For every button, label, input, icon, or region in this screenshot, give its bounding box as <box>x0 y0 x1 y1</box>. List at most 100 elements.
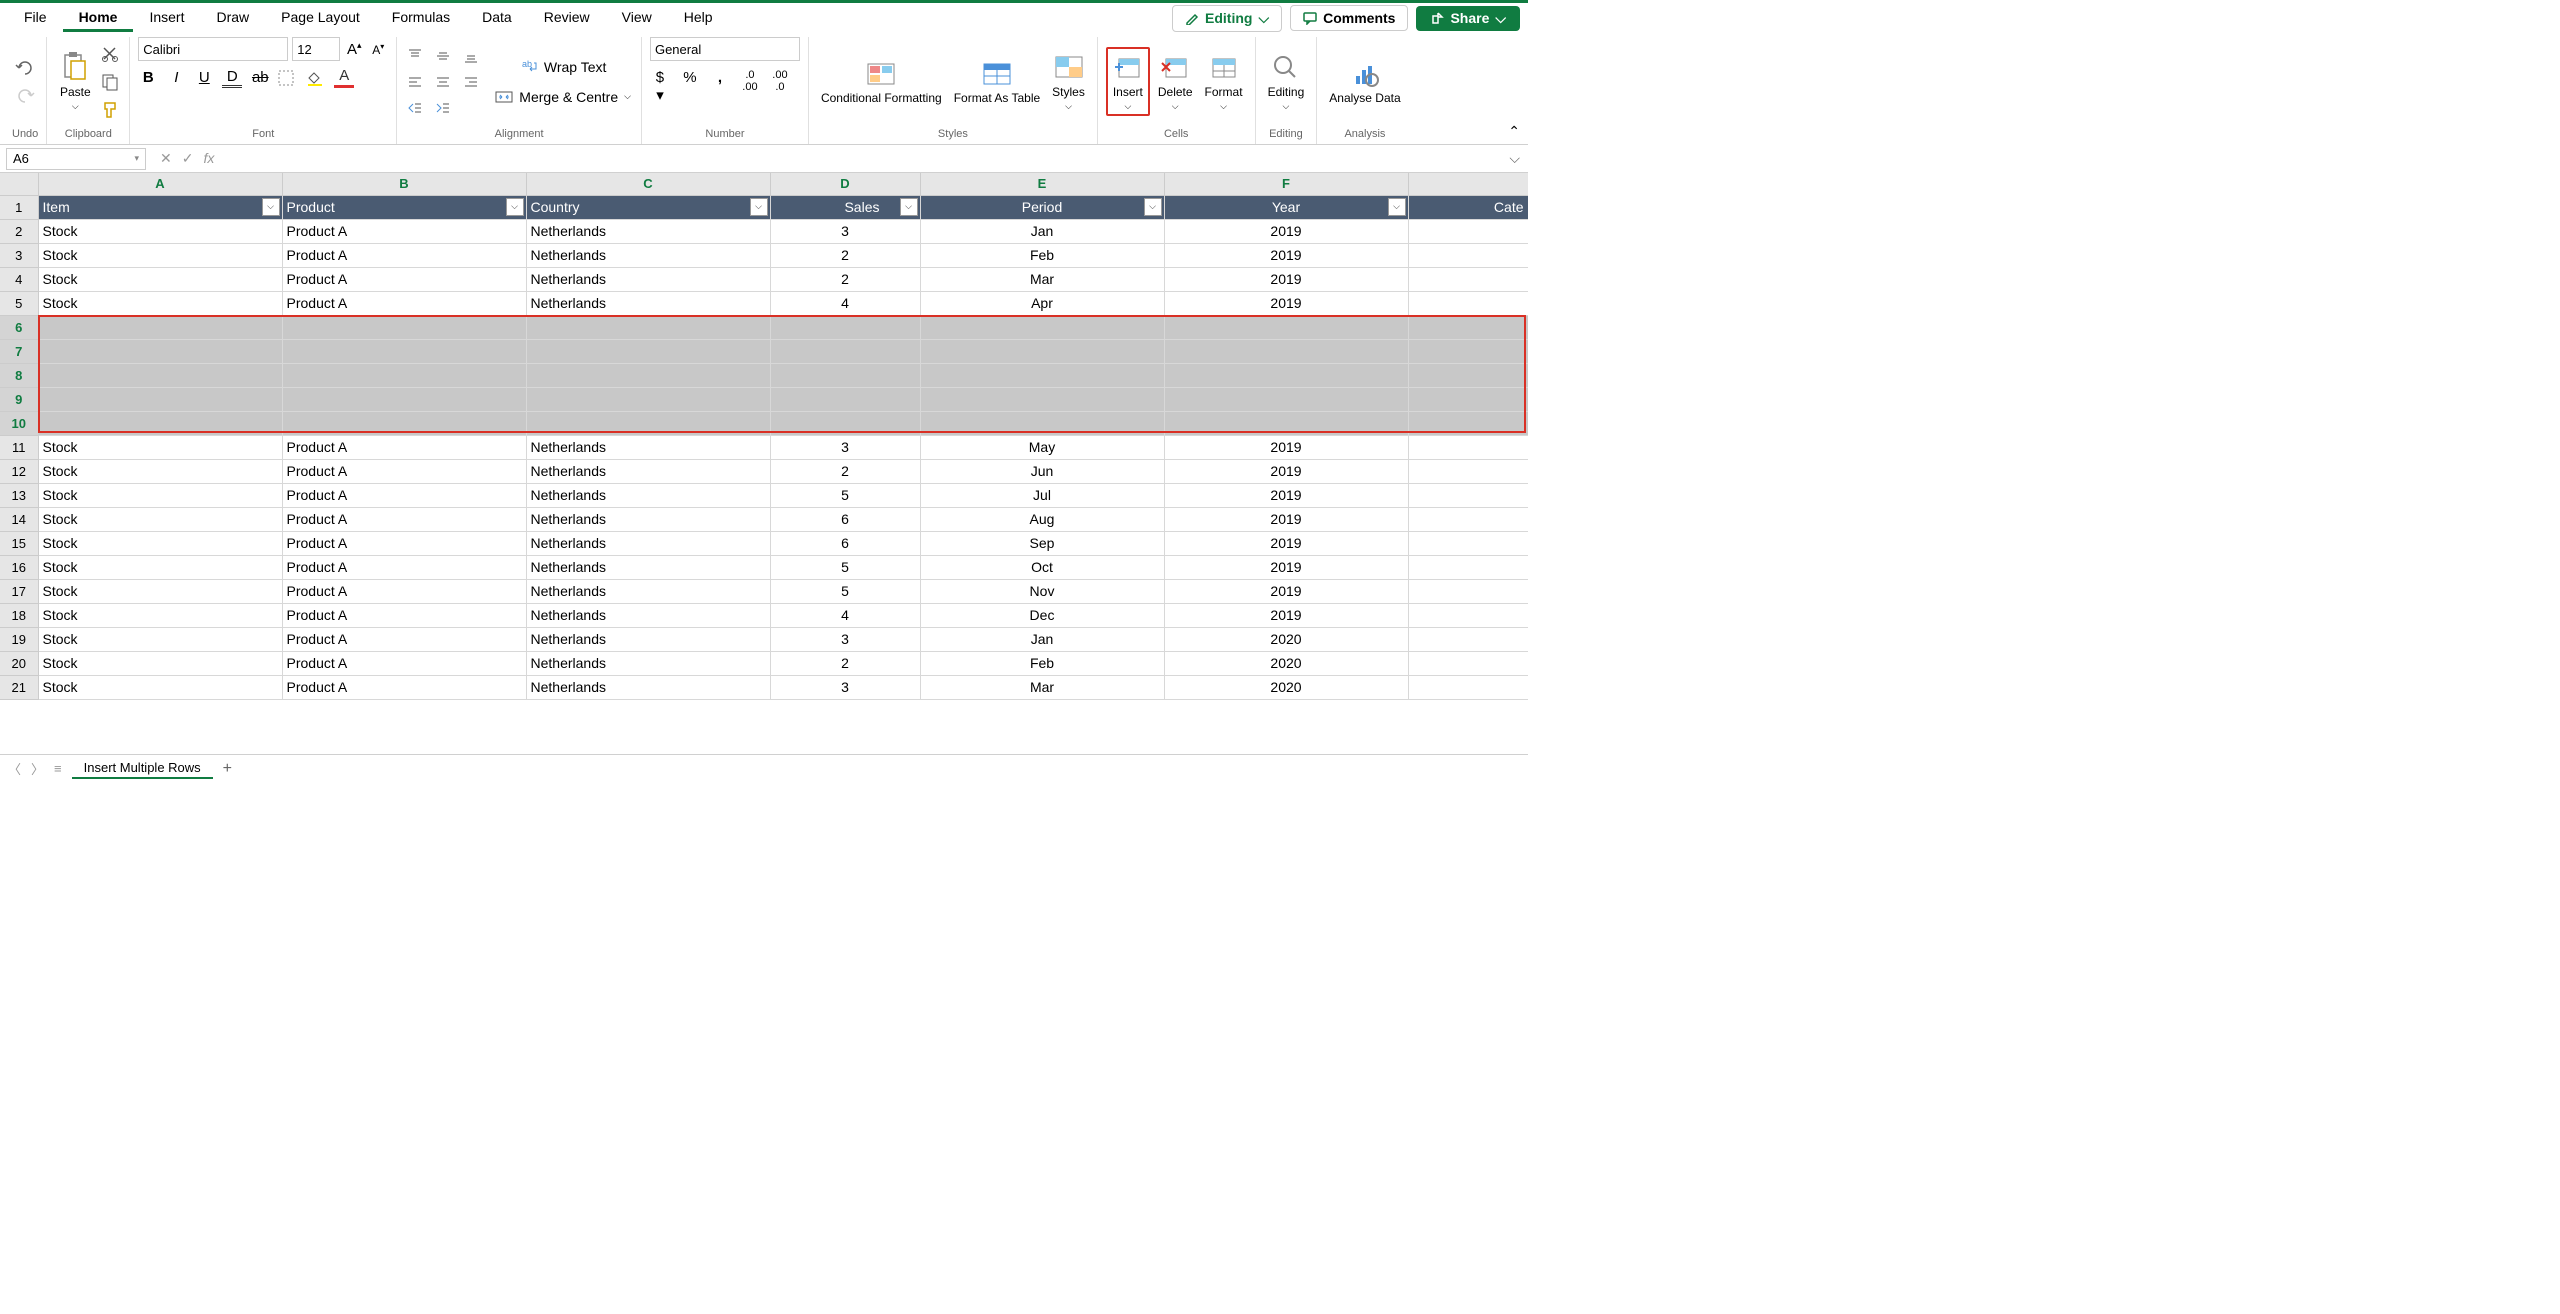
column-header[interactable]: A <box>38 173 282 195</box>
cell[interactable] <box>1164 315 1408 339</box>
cell[interactable]: Stock <box>38 675 282 699</box>
cell[interactable] <box>1408 363 1528 387</box>
cell[interactable]: Feb <box>920 651 1164 675</box>
spreadsheet-grid[interactable]: ABCDEF1Item⌵Product⌵Country⌵Sales⌵Period… <box>0 173 1528 754</box>
format-painter-button[interactable] <box>99 99 121 121</box>
cell[interactable] <box>1164 339 1408 363</box>
editing-mode-button[interactable]: Editing ⌵ <box>1172 5 1282 32</box>
comments-button[interactable]: Comments <box>1290 5 1408 31</box>
column-header[interactable]: C <box>526 173 770 195</box>
fx-icon[interactable]: fx <box>203 150 214 167</box>
cell[interactable] <box>38 387 282 411</box>
cell[interactable]: Product A <box>282 435 526 459</box>
cell[interactable]: Netherlands <box>526 483 770 507</box>
cell[interactable] <box>770 363 920 387</box>
redo-button[interactable] <box>13 86 37 106</box>
italic-button[interactable]: I <box>166 69 186 86</box>
cell[interactable]: Netherlands <box>526 555 770 579</box>
cell[interactable]: 5 <box>770 483 920 507</box>
cell[interactable]: 2019 <box>1164 483 1408 507</box>
cell[interactable]: Netherlands <box>526 531 770 555</box>
cell[interactable] <box>920 411 1164 435</box>
cell[interactable]: 2 <box>770 651 920 675</box>
cell[interactable]: 5 <box>770 579 920 603</box>
prev-sheet-button[interactable]: 〈 <box>8 759 21 778</box>
cell[interactable] <box>38 411 282 435</box>
cell[interactable]: Product A <box>282 579 526 603</box>
filter-button[interactable]: ⌵ <box>1388 198 1406 216</box>
cell[interactable]: Stock <box>38 627 282 651</box>
cell[interactable]: 2019 <box>1164 603 1408 627</box>
bold-button[interactable]: B <box>138 69 158 86</box>
cell[interactable]: 6 <box>770 531 920 555</box>
row-header[interactable]: 1 <box>0 195 38 219</box>
cell[interactable]: Product A <box>282 627 526 651</box>
cell[interactable]: Stock <box>38 507 282 531</box>
insert-cells-button[interactable]: Insert ⌵ <box>1106 47 1150 116</box>
cell[interactable]: Stock <box>38 579 282 603</box>
menu-review[interactable]: Review <box>528 5 606 32</box>
select-all-cell[interactable] <box>0 173 38 195</box>
cell[interactable]: Netherlands <box>526 603 770 627</box>
cell[interactable]: Product A <box>282 267 526 291</box>
row-header[interactable]: 5 <box>0 291 38 315</box>
cell[interactable] <box>526 387 770 411</box>
cell[interactable]: 2019 <box>1164 243 1408 267</box>
menu-formulas[interactable]: Formulas <box>376 5 466 32</box>
row-header[interactable]: 4 <box>0 267 38 291</box>
cell[interactable]: Product A <box>282 603 526 627</box>
cell[interactable]: Stock <box>38 555 282 579</box>
cell[interactable]: Product A <box>282 555 526 579</box>
cell[interactable] <box>526 339 770 363</box>
cell[interactable]: 2019 <box>1164 219 1408 243</box>
enter-formula-button[interactable]: ✓ <box>182 150 194 167</box>
column-header[interactable]: D <box>770 173 920 195</box>
table-column-header[interactable]: Item⌵ <box>38 195 282 219</box>
cell[interactable]: Stock <box>38 603 282 627</box>
cell[interactable] <box>282 315 526 339</box>
cell[interactable]: 4 <box>770 291 920 315</box>
cell[interactable] <box>920 387 1164 411</box>
cell[interactable]: Feb <box>920 243 1164 267</box>
collapse-ribbon-button[interactable]: ⌃ <box>1508 123 1520 140</box>
cell[interactable]: 3 <box>770 435 920 459</box>
cell[interactable]: 2 <box>770 243 920 267</box>
number-format-select[interactable] <box>650 37 800 61</box>
filter-button[interactable]: ⌵ <box>750 198 768 216</box>
table-column-header[interactable]: Cate <box>1408 195 1528 219</box>
column-header[interactable]: E <box>920 173 1164 195</box>
menu-home[interactable]: Home <box>63 5 134 32</box>
formula-input[interactable] <box>222 148 1501 170</box>
cell[interactable]: Stock <box>38 267 282 291</box>
cell[interactable]: Netherlands <box>526 675 770 699</box>
cell[interactable] <box>38 315 282 339</box>
row-header[interactable]: 18 <box>0 603 38 627</box>
cell[interactable]: Jun <box>920 459 1164 483</box>
cell[interactable] <box>1408 243 1528 267</box>
cell[interactable]: Netherlands <box>526 507 770 531</box>
row-header[interactable]: 3 <box>0 243 38 267</box>
cell[interactable]: 4 <box>770 603 920 627</box>
table-column-header[interactable]: Country⌵ <box>526 195 770 219</box>
row-header[interactable]: 19 <box>0 627 38 651</box>
column-header[interactable]: F <box>1164 173 1408 195</box>
cell[interactable]: 2020 <box>1164 651 1408 675</box>
cell[interactable] <box>1164 363 1408 387</box>
delete-cells-button[interactable]: Delete ⌵ <box>1154 49 1197 114</box>
cell[interactable]: Mar <box>920 267 1164 291</box>
next-sheet-button[interactable]: 〉 <box>31 759 44 778</box>
borders-button[interactable] <box>278 70 298 86</box>
row-header[interactable]: 9 <box>0 387 38 411</box>
analyse-data-button[interactable]: Analyse Data <box>1325 56 1404 107</box>
row-header[interactable]: 7 <box>0 339 38 363</box>
row-header[interactable]: 10 <box>0 411 38 435</box>
cancel-formula-button[interactable]: ✕ <box>160 150 172 167</box>
align-middle-button[interactable] <box>433 46 453 66</box>
cell[interactable]: 3 <box>770 627 920 651</box>
cell[interactable] <box>920 315 1164 339</box>
cell[interactable]: Stock <box>38 219 282 243</box>
cell[interactable]: Jan <box>920 219 1164 243</box>
cell[interactable] <box>1408 315 1528 339</box>
cell[interactable]: 2019 <box>1164 459 1408 483</box>
cell[interactable]: Oct <box>920 555 1164 579</box>
